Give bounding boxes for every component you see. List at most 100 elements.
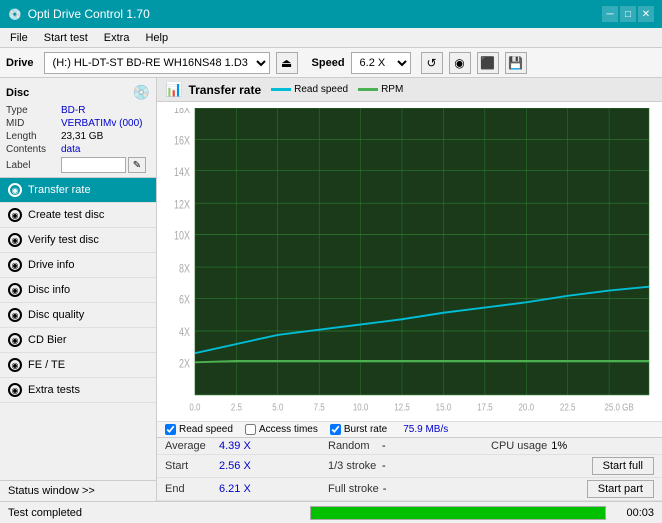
- sidebar-item-disc-info[interactable]: ◉ Disc info: [0, 278, 156, 303]
- action-button-1[interactable]: ◉: [449, 52, 471, 74]
- status-time: 00:03: [614, 507, 654, 519]
- svg-text:14X: 14X: [174, 167, 190, 179]
- access-times-stat-label: Access times: [259, 424, 318, 435]
- access-times-checkbox[interactable]: [245, 424, 256, 435]
- svg-text:2.5: 2.5: [231, 402, 242, 413]
- svg-text:20.0: 20.0: [519, 402, 535, 413]
- read-speed-stat-label: Read speed: [179, 424, 233, 435]
- title-bar: 💿 Opti Drive Control 1.70 ─ □ ✕: [0, 0, 662, 28]
- fe-te-icon: ◉: [8, 358, 22, 372]
- info-rows: Average 4.39 X Random - CPU usage 1% Sta…: [157, 437, 662, 501]
- sidebar-item-extra-tests[interactable]: ◉ Extra tests: [0, 378, 156, 403]
- disc-quality-label: Disc quality: [28, 309, 84, 321]
- svg-text:18X: 18X: [174, 108, 190, 117]
- svg-text:15.0: 15.0: [436, 402, 452, 413]
- menu-start-test[interactable]: Start test: [38, 30, 94, 46]
- menu-bar: File Start test Extra Help: [0, 28, 662, 48]
- svg-text:2X: 2X: [179, 359, 190, 371]
- start-val: 2.56 X: [219, 460, 264, 472]
- chart-title: Transfer rate: [188, 83, 261, 97]
- info-col-start-part: Start part: [491, 480, 654, 498]
- start-part-button[interactable]: Start part: [587, 480, 654, 498]
- sidebar-item-drive-info[interactable]: ◉ Drive info: [0, 253, 156, 278]
- verify-test-disc-icon: ◉: [8, 233, 22, 247]
- label-input[interactable]: [61, 157, 126, 173]
- svg-text:25.0 GB: 25.0 GB: [604, 402, 633, 413]
- info-col-average: Average 4.39 X: [165, 440, 328, 452]
- menu-help[interactable]: Help: [139, 30, 174, 46]
- drive-info-label: Drive info: [28, 259, 74, 271]
- drive-select[interactable]: (H:) HL-DT-ST BD-RE WH16NS48 1.D3: [44, 52, 270, 74]
- start-key: Start: [165, 460, 215, 472]
- chart-title-bar: 📊 Transfer rate Read speed RPM: [157, 78, 662, 102]
- sidebar-item-create-test-disc[interactable]: ◉ Create test disc: [0, 203, 156, 228]
- read-speed-check-label[interactable]: Read speed: [165, 424, 233, 435]
- svg-text:12X: 12X: [174, 199, 190, 211]
- burst-rate-value: 75.9 MB/s: [403, 424, 448, 435]
- random-key: Random: [328, 440, 378, 452]
- app-title: Opti Drive Control 1.70: [28, 7, 150, 21]
- info-row-1: Average 4.39 X Random - CPU usage 1%: [157, 438, 662, 455]
- type-val: BD-R: [61, 105, 85, 116]
- extra-tests-label: Extra tests: [28, 384, 80, 396]
- type-key: Type: [6, 105, 61, 116]
- status-window-label: Status window >>: [8, 485, 95, 497]
- info-row-3: End 6.21 X Full stroke - Start part: [157, 478, 662, 501]
- disc-info-icon: ◉: [8, 283, 22, 297]
- svg-text:4X: 4X: [179, 327, 190, 339]
- cd-bier-label: CD Bier: [28, 334, 67, 346]
- eject-button[interactable]: ⏏: [276, 52, 298, 74]
- start-full-button[interactable]: Start full: [592, 457, 654, 475]
- progress-bar-container: [310, 506, 606, 520]
- transfer-rate-icon: ◉: [8, 183, 22, 197]
- sidebar-nav: ◉ Transfer rate ◉ Create test disc ◉ Ver…: [0, 178, 156, 480]
- info-col-random: Random -: [328, 440, 491, 452]
- disc-info-label: Disc info: [28, 284, 70, 296]
- end-key: End: [165, 483, 215, 495]
- access-times-check-label[interactable]: Access times: [245, 424, 318, 435]
- info-col-fullstroke: Full stroke -: [328, 483, 491, 495]
- status-window-button[interactable]: Status window >>: [0, 480, 156, 501]
- maximize-button[interactable]: □: [620, 6, 636, 22]
- speed-select[interactable]: 6.2 X: [351, 52, 411, 74]
- status-bar: Test completed 00:03: [0, 501, 662, 523]
- svg-text:10X: 10X: [174, 231, 190, 243]
- save-button[interactable]: 💾: [505, 52, 527, 74]
- transfer-rate-chart: 18X 16X 14X 12X 10X 8X 6X 4X 2X 0.0 2.5 …: [165, 108, 654, 421]
- close-button[interactable]: ✕: [638, 6, 654, 22]
- refresh-button[interactable]: ↺: [421, 52, 443, 74]
- burst-rate-stat-label: Burst rate: [344, 424, 387, 435]
- sidebar-item-disc-quality[interactable]: ◉ Disc quality: [0, 303, 156, 328]
- svg-text:10.0: 10.0: [353, 402, 369, 413]
- menu-file[interactable]: File: [4, 30, 34, 46]
- minimize-button[interactable]: ─: [602, 6, 618, 22]
- mid-val: VERBATIMv (000): [61, 118, 143, 129]
- action-button-2[interactable]: ⬛: [477, 52, 499, 74]
- label-edit-button[interactable]: ✎: [128, 157, 146, 173]
- disc-quality-icon: ◉: [8, 308, 22, 322]
- random-val: -: [382, 440, 427, 452]
- label-key: Label: [6, 160, 61, 171]
- burst-rate-check-label[interactable]: Burst rate: [330, 424, 387, 435]
- cpu-val: 1%: [551, 440, 596, 452]
- progress-bar-fill: [311, 507, 605, 519]
- menu-extra[interactable]: Extra: [98, 30, 136, 46]
- verify-test-disc-label: Verify test disc: [28, 234, 99, 246]
- read-speed-checkbox[interactable]: [165, 424, 176, 435]
- info-col-stroke13: 1/3 stroke -: [328, 460, 491, 472]
- mid-key: MID: [6, 118, 61, 129]
- sidebar-item-cd-bier[interactable]: ◉ CD Bier: [0, 328, 156, 353]
- svg-text:0.0: 0.0: [189, 402, 200, 413]
- svg-text:8X: 8X: [179, 263, 190, 275]
- average-key: Average: [165, 440, 215, 452]
- app-icon: 💿: [8, 8, 22, 21]
- legend-rpm-color: [358, 88, 378, 91]
- status-text: Test completed: [8, 507, 302, 519]
- sidebar-item-verify-test-disc[interactable]: ◉ Verify test disc: [0, 228, 156, 253]
- burst-rate-checkbox[interactable]: [330, 424, 341, 435]
- sidebar-item-transfer-rate[interactable]: ◉ Transfer rate: [0, 178, 156, 203]
- chart-wrapper: 18X 16X 14X 12X 10X 8X 6X 4X 2X 0.0 2.5 …: [157, 102, 662, 421]
- disc-icon: 💿: [133, 84, 150, 101]
- sidebar-item-fe-te[interactable]: ◉ FE / TE: [0, 353, 156, 378]
- svg-text:5.0: 5.0: [272, 402, 283, 413]
